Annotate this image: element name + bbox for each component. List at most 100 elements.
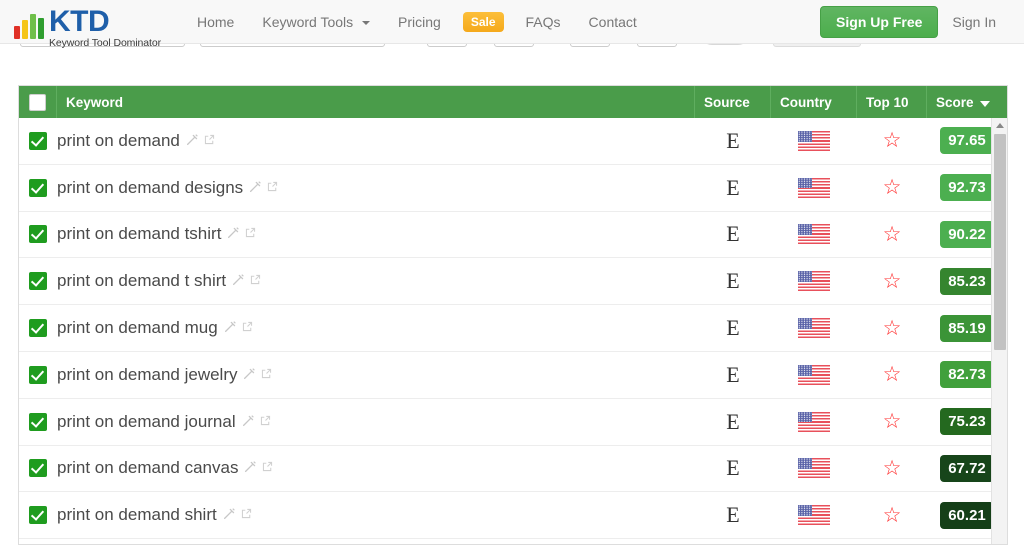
star-outline-icon[interactable]: ☆	[883, 270, 902, 292]
row-checkbox[interactable]	[29, 225, 47, 244]
row-select-cell[interactable]	[19, 258, 57, 305]
row-checkbox[interactable]	[29, 272, 47, 291]
brand-logo[interactable]: KTD Keyword Tool Dominator	[14, 0, 161, 49]
wand-icon	[245, 461, 257, 473]
row-select-cell[interactable]	[19, 211, 57, 258]
brand-name: KTD	[49, 4, 110, 38]
keyword-text[interactable]: print on demand journal	[57, 412, 236, 432]
row-checkbox[interactable]	[29, 459, 47, 478]
score-badge[interactable]: 82.73	[940, 361, 994, 389]
sale-badge[interactable]: Sale	[462, 11, 504, 32]
star-outline-icon[interactable]: ☆	[883, 223, 902, 245]
nav-item-pricing[interactable]: Pricing	[384, 0, 455, 44]
scrollbar-thumb[interactable]	[994, 134, 1006, 350]
keyword-text[interactable]: print on demand designs	[57, 178, 243, 198]
keyword-analyze-icon[interactable]	[242, 414, 255, 432]
row-checkbox[interactable]	[29, 365, 47, 384]
nav-item-home[interactable]: Home	[183, 0, 248, 44]
keyword-text[interactable]: print on demand shirt	[57, 505, 217, 525]
column-header-score[interactable]: Score	[927, 86, 1007, 118]
keyword-actions	[224, 320, 254, 338]
source-letter: E	[726, 408, 740, 434]
row-select-cell[interactable]	[19, 492, 57, 539]
row-select-cell[interactable]	[19, 351, 57, 398]
keyword-text[interactable]: print on demand	[57, 131, 180, 151]
us-flag-icon	[798, 458, 830, 479]
star-outline-icon[interactable]: ☆	[883, 130, 902, 151]
score-badge[interactable]: 97.65	[940, 127, 994, 155]
keyword-external-link-icon[interactable]	[266, 180, 279, 198]
star-outline-icon[interactable]: ☆	[883, 317, 902, 339]
keyword-text[interactable]: print on demand t shirt	[57, 271, 226, 291]
score-badge[interactable]: 85.19	[940, 314, 994, 342]
top10-cell: ☆	[857, 445, 927, 492]
keyword-actions	[186, 133, 216, 151]
score-badge[interactable]: 60.21	[940, 501, 994, 529]
keyword-external-link-icon[interactable]	[244, 226, 257, 244]
external-link-icon	[251, 275, 261, 285]
keyword-analyze-icon[interactable]	[186, 133, 199, 151]
keyword-external-link-icon[interactable]	[240, 507, 253, 525]
select-all-header-cell[interactable]	[19, 86, 57, 118]
row-checkbox[interactable]	[29, 412, 47, 431]
keyword-analyze-icon[interactable]	[244, 460, 257, 478]
score-badge[interactable]: 90.22	[940, 220, 994, 248]
keyword-text[interactable]: print on demand jewelry	[57, 365, 237, 385]
keyword-text[interactable]: print on demand canvas	[57, 458, 238, 478]
column-header-top10[interactable]: Top 10	[857, 86, 927, 118]
row-checkbox[interactable]	[29, 319, 47, 338]
keyword-analyze-icon[interactable]	[227, 226, 240, 244]
star-outline-icon[interactable]: ☆	[883, 457, 902, 479]
table-header-row: Keyword Source Country Top 10 Score	[19, 86, 1007, 118]
row-select-cell[interactable]	[19, 164, 57, 211]
row-select-cell[interactable]	[19, 118, 57, 164]
keyword-analyze-icon[interactable]	[243, 367, 256, 385]
keyword-analyze-icon[interactable]	[223, 507, 236, 525]
keyword-external-link-icon[interactable]	[260, 367, 273, 385]
keyword-external-link-icon[interactable]	[261, 460, 274, 478]
nav-item-keyword-tools[interactable]: Keyword Tools	[248, 0, 384, 44]
keyword-external-link-icon[interactable]	[203, 133, 216, 151]
nav-item-faqs-label: FAQs	[525, 13, 561, 30]
select-all-checkbox[interactable]	[29, 93, 46, 111]
nav-item-faqs[interactable]: FAQs	[512, 0, 575, 44]
keyword-analyze-icon[interactable]	[224, 320, 237, 338]
source-letter: E	[726, 455, 740, 481]
star-outline-icon[interactable]: ☆	[883, 177, 902, 198]
country-cell	[771, 164, 857, 211]
nav-item-contact[interactable]: Contact	[575, 0, 651, 44]
keyword-external-link-icon[interactable]	[259, 414, 272, 432]
external-link-icon	[260, 415, 270, 425]
star-outline-icon[interactable]: ☆	[883, 504, 902, 526]
column-header-keyword[interactable]: Keyword	[57, 86, 695, 118]
sign-up-free-button[interactable]: Sign Up Free	[820, 5, 939, 38]
row-select-cell[interactable]	[19, 305, 57, 352]
nav-item-keyword-tools-label: Keyword Tools	[262, 13, 354, 30]
column-header-source[interactable]: Source	[695, 86, 771, 118]
keyword-external-link-icon[interactable]	[249, 273, 262, 291]
star-outline-icon[interactable]: ☆	[883, 411, 902, 432]
keyword-actions	[227, 226, 257, 244]
row-checkbox[interactable]	[29, 178, 47, 197]
column-header-country[interactable]: Country	[771, 86, 857, 118]
sign-in-link[interactable]: Sign In	[938, 14, 1010, 30]
score-badge[interactable]: 92.73	[940, 174, 994, 202]
star-outline-icon[interactable]: ☆	[883, 364, 902, 385]
scroll-up-button[interactable]	[992, 118, 1007, 132]
us-flag-icon	[798, 411, 830, 432]
row-select-cell[interactable]	[19, 445, 57, 492]
score-badge[interactable]: 75.23	[940, 408, 994, 436]
keyword-text[interactable]: print on demand tshirt	[57, 224, 221, 244]
keyword-external-link-icon[interactable]	[241, 320, 254, 338]
column-header-country-label: Country	[780, 94, 832, 110]
table-vertical-scrollbar[interactable]	[991, 118, 1007, 544]
keyword-analyze-icon[interactable]	[249, 180, 262, 198]
score-badge[interactable]: 85.23	[940, 267, 994, 295]
row-checkbox[interactable]	[29, 131, 47, 150]
keyword-analyze-icon[interactable]	[232, 273, 245, 291]
row-select-cell[interactable]	[19, 398, 57, 445]
keyword-text[interactable]: print on demand mug	[57, 318, 218, 338]
top10-cell: ☆	[857, 211, 927, 258]
row-checkbox[interactable]	[29, 506, 47, 525]
score-badge[interactable]: 67.72	[940, 454, 994, 482]
